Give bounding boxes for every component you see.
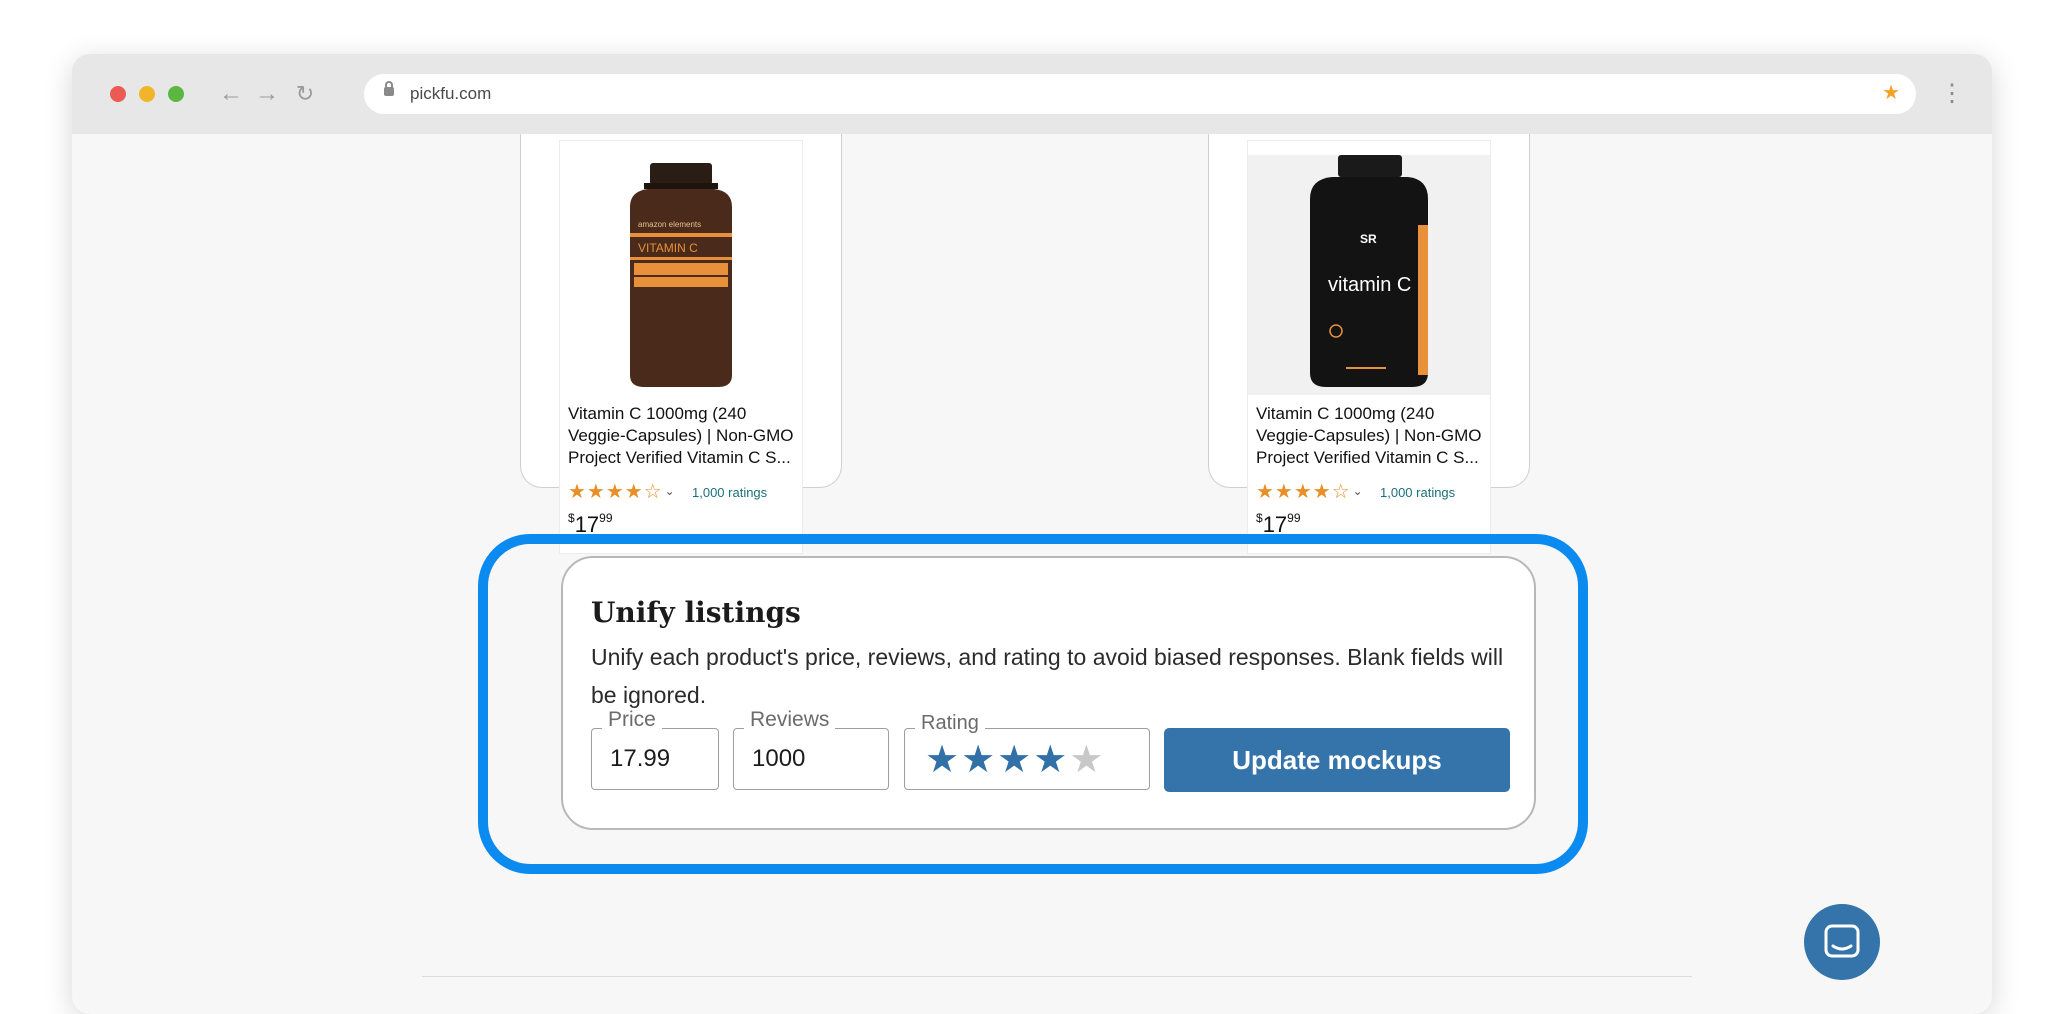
- reviews-field[interactable]: Reviews 1000: [733, 708, 889, 790]
- rating-stars: ★★★★☆ ⌄: [568, 481, 676, 503]
- star-filled-icon[interactable]: ★: [961, 739, 997, 781]
- svg-text:vitamin C: vitamin C: [1328, 274, 1411, 296]
- ratings-link[interactable]: 1,000 ratings: [1380, 485, 1455, 500]
- browser-toolbar: ← → ↻ pickfu.com ★ ⋮: [72, 54, 1992, 134]
- panel-title: Unify listings: [591, 596, 801, 629]
- bottle-image: SR vitamin C: [1310, 155, 1428, 387]
- chevron-down-icon[interactable]: ⌄: [665, 484, 676, 498]
- product-listing[interactable]: SR vitamin C Vitamin C 1000mg (240 Veggi…: [1247, 140, 1491, 554]
- star-empty-icon[interactable]: ★: [1069, 739, 1105, 781]
- ratings-link[interactable]: 1,000 ratings: [692, 485, 767, 500]
- update-mockups-button[interactable]: Update mockups: [1164, 728, 1510, 792]
- svg-text:amazon elements: amazon elements: [638, 220, 701, 229]
- arrow-left-icon[interactable]: ←: [216, 76, 246, 112]
- chevron-down-icon[interactable]: ⌄: [1353, 484, 1364, 498]
- reload-icon[interactable]: ↻: [290, 76, 320, 112]
- chat-icon: [1824, 924, 1860, 958]
- unify-listings-panel: Unify listings Unify each product's pric…: [561, 556, 1536, 830]
- reviews-input[interactable]: 1000: [752, 745, 805, 773]
- svg-text:VITAMIN C: VITAMIN C: [638, 241, 698, 255]
- star-filled-icon[interactable]: ★: [925, 739, 961, 781]
- rating-star-picker[interactable]: ★★★★★: [925, 737, 1105, 782]
- svg-text:SR: SR: [1360, 232, 1377, 246]
- divider: [422, 976, 1692, 977]
- maximize-window-button[interactable]: [168, 86, 184, 102]
- close-window-button[interactable]: [110, 86, 126, 102]
- page-content: amazon elements VITAMIN C Vitamin C 1000…: [72, 134, 1992, 1014]
- star-filled-icon[interactable]: ★: [1033, 739, 1069, 781]
- star-filled-icon[interactable]: ★: [997, 739, 1033, 781]
- product-card: amazon elements VITAMIN C Vitamin C 1000…: [520, 134, 842, 554]
- url-text: pickfu.com: [410, 84, 492, 103]
- chat-launcher[interactable]: [1804, 904, 1880, 980]
- star-icon[interactable]: ★: [1882, 80, 1900, 105]
- address-bar[interactable]: pickfu.com ★: [364, 74, 1916, 114]
- product-title[interactable]: Vitamin C 1000mg (240 Veggie-Capsules) |…: [568, 403, 800, 469]
- price-field[interactable]: Price 17.99: [591, 708, 719, 790]
- lock-icon: [384, 81, 394, 96]
- price-input[interactable]: 17.99: [610, 745, 670, 773]
- product-listing[interactable]: amazon elements VITAMIN C Vitamin C 1000…: [559, 140, 803, 554]
- reviews-label: Reviews: [744, 708, 836, 732]
- rating-stars: ★★★★☆ ⌄: [1256, 481, 1364, 503]
- minimize-window-button[interactable]: [139, 86, 155, 102]
- kebab-icon[interactable]: ⋮: [1940, 76, 1964, 112]
- product-title[interactable]: Vitamin C 1000mg (240 Veggie-Capsules) |…: [1256, 403, 1488, 469]
- arrow-right-icon[interactable]: →: [252, 76, 282, 112]
- browser-window: ← → ↻ pickfu.com ★ ⋮ amazon elements VIT…: [72, 54, 1992, 1014]
- product-image: SR vitamin C: [1248, 155, 1490, 395]
- bottle-image: amazon elements VITAMIN C: [630, 163, 732, 387]
- product-card: SR vitamin C Vitamin C 1000mg (240 Veggi…: [1208, 134, 1530, 554]
- panel-description: Unify each product's price, reviews, and…: [591, 644, 1504, 708]
- rating-field[interactable]: Rating ★★★★★: [904, 712, 1150, 790]
- rating-label: Rating: [915, 712, 985, 735]
- product-image: amazon elements VITAMIN C: [560, 155, 802, 395]
- price-label: Price: [602, 708, 662, 732]
